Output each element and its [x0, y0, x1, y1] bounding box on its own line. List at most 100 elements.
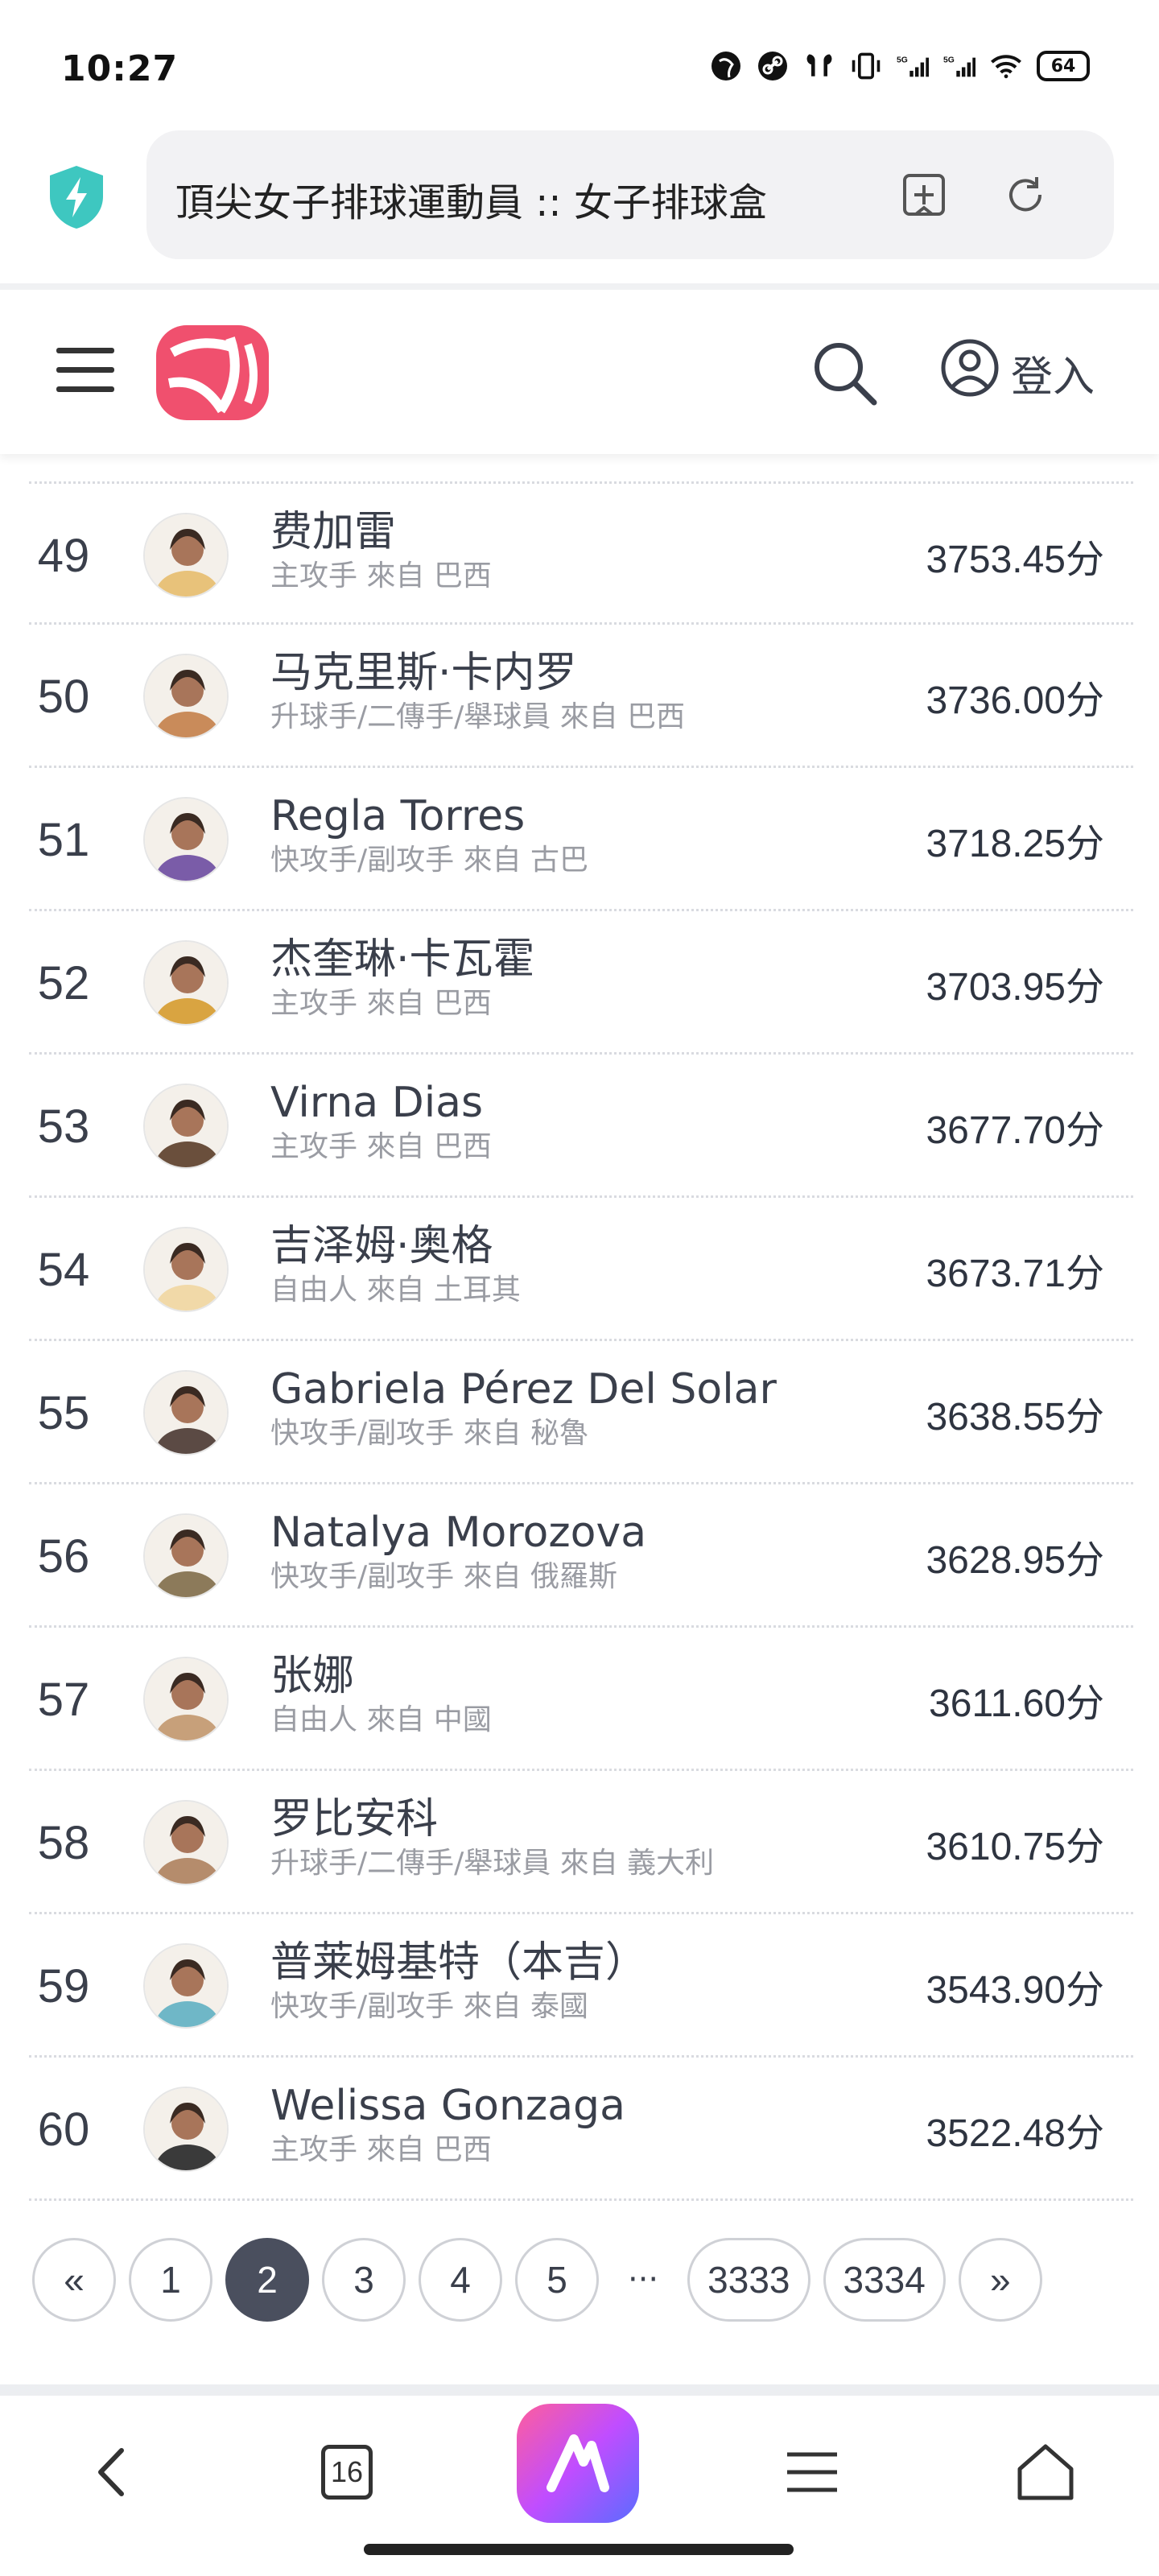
vibrate-icon [850, 50, 882, 82]
player-name[interactable]: Virna Dias [270, 1077, 492, 1129]
bookmark-add-icon[interactable] [895, 166, 953, 224]
player-score: 3736.00分 [926, 679, 1104, 722]
menu-icon[interactable] [768, 2428, 856, 2516]
status-bar: 10:27 5G 5G 64 [0, 0, 1159, 129]
status-icons: 5G 5G 64 [710, 50, 1090, 82]
player-row[interactable]: 59 普莱姆基特（本吉） 快攻手/副攻手 來自 泰國 3543.90分 [29, 1914, 1133, 2058]
svg-text:5G: 5G [897, 56, 908, 65]
player-name[interactable]: Gabriela Pérez Del Solar [270, 1364, 777, 1415]
player-row[interactable]: 49 费加雷 主攻手 來自 巴西 3753.45分 [29, 481, 1133, 625]
player-name[interactable]: Natalya Morozova [270, 1507, 646, 1558]
rank-number: 59 [37, 1959, 90, 2013]
player-info: 张娜 自由人 來自 中國 [270, 1650, 492, 1739]
wifi-icon [990, 50, 1022, 82]
player-row[interactable]: 58 罗比安科 升球手/二傳手/舉球員 來自 義大利 3610.75分 [29, 1771, 1133, 1914]
browser-bottom-nav: 16 [0, 2396, 1159, 2576]
vpn-globe-icon [710, 50, 742, 82]
address-bar[interactable]: 頂尖女子排球運動員 :: 女子排球盒 [146, 130, 1114, 259]
player-info: 罗比安科 升球手/二傳手/舉球員 來自 義大利 [270, 1794, 714, 1882]
earbuds-icon [803, 50, 835, 82]
user-icon [940, 338, 1000, 408]
player-avatar[interactable] [143, 1943, 229, 2029]
player-name[interactable]: 普莱姆基特（本吉） [270, 1937, 647, 1988]
player-info: Welissa Gonzaga 主攻手 來自 巴西 [270, 2080, 625, 2169]
player-avatar[interactable] [143, 654, 229, 739]
player-position-country: 主攻手 來自 巴西 [270, 987, 492, 1020]
player-avatar[interactable] [143, 513, 229, 598]
player-position-country: 主攻手 來自 巴西 [270, 2133, 492, 2166]
player-score: 3610.75分 [926, 1826, 1104, 1868]
rank-number: 60 [37, 2103, 90, 2156]
signal-5g-icon: 5G [897, 50, 929, 82]
pagination-page-1[interactable]: 1 [129, 2238, 212, 2322]
player-avatar[interactable] [143, 797, 229, 882]
tabs-icon[interactable]: 16 [303, 2428, 391, 2516]
player-avatar[interactable] [143, 2087, 229, 2172]
rank-number: 57 [37, 1673, 90, 1726]
pagination-page-2[interactable]: 2 [225, 2238, 309, 2322]
player-row[interactable]: 53 Virna Dias 主攻手 來自 巴西 3677.70分 [29, 1055, 1133, 1198]
pagination-page-3333[interactable]: 3333 [687, 2238, 810, 2322]
player-position-country: 主攻手 來自 巴西 [270, 559, 492, 592]
player-row[interactable]: 50 马克里斯·卡内罗 升球手/二傳手/舉球員 來自 巴西 3736.00分 [29, 625, 1133, 768]
ranking-list: 49 费加雷 主攻手 來自 巴西 3753.45分 50 马克里斯·卡内罗 升球手/二傳手/… [29, 481, 1133, 2201]
player-score: 3718.25分 [926, 823, 1104, 865]
player-info: 马克里斯·卡内罗 升球手/二傳手/舉球員 來自 巴西 [270, 647, 685, 736]
menu-icon[interactable] [56, 345, 116, 396]
player-name[interactable]: Welissa Gonzaga [270, 2080, 625, 2132]
player-position-country: 快攻手/副攻手 來自 秘魯 [270, 1417, 589, 1450]
player-avatar[interactable] [143, 1800, 229, 1885]
pagination-page-4[interactable]: 4 [419, 2238, 502, 2322]
shield-bolt-icon[interactable] [47, 164, 106, 230]
pagination-page-3334[interactable]: 3334 [823, 2238, 946, 2322]
player-name[interactable]: 费加雷 [270, 506, 492, 558]
search-icon[interactable] [810, 338, 879, 407]
player-position-country: 快攻手/副攻手 來自 泰國 [270, 1990, 589, 2023]
home-icon[interactable] [1001, 2428, 1090, 2516]
tabs-count: 16 [321, 2445, 373, 2500]
assistant-icon[interactable] [517, 2404, 639, 2523]
player-name[interactable]: 吉泽姆·奥格 [270, 1220, 521, 1272]
player-row[interactable]: 57 张娜 自由人 來自 中國 3611.60分 [29, 1628, 1133, 1771]
player-avatar[interactable] [143, 940, 229, 1026]
player-avatar[interactable] [143, 1227, 229, 1312]
svg-text:5G: 5G [943, 56, 955, 65]
player-name[interactable]: 张娜 [270, 1650, 492, 1702]
volleyball-logo[interactable] [153, 320, 274, 425]
player-name[interactable]: 罗比安科 [270, 1794, 714, 1845]
page-title-in-address-bar[interactable]: 頂尖女子排球運動員 :: 女子排球盒 [175, 171, 835, 227]
player-name[interactable]: 杰奎琳·卡瓦霍 [270, 934, 535, 985]
player-position-country: 自由人 來自 土耳其 [270, 1274, 521, 1307]
player-row[interactable]: 60 Welissa Gonzaga 主攻手 來自 巴西 3522.48分 [29, 2058, 1133, 2201]
player-avatar[interactable] [143, 1370, 229, 1455]
login-button[interactable]: 登入 [940, 338, 1095, 407]
pagination-page-5[interactable]: 5 [515, 2238, 599, 2322]
link-icon [757, 50, 789, 82]
pagination-ellipsis: ··· [628, 2261, 659, 2298]
player-row[interactable]: 56 Natalya Morozova 快攻手/副攻手 來自 俄羅斯 3628.95分 [29, 1484, 1133, 1628]
player-row[interactable]: 54 吉泽姆·奥格 自由人 來自 土耳其 3673.71分 [29, 1198, 1133, 1341]
player-name[interactable]: 马克里斯·卡内罗 [270, 647, 685, 699]
pagination-page-3[interactable]: 3 [322, 2238, 406, 2322]
player-name[interactable]: Regla Torres [270, 791, 588, 842]
home-indicator[interactable] [364, 2544, 794, 2555]
player-position-country: 主攻手 來自 巴西 [270, 1130, 492, 1163]
back-icon[interactable] [69, 2428, 158, 2516]
player-row[interactable]: 52 杰奎琳·卡瓦霍 主攻手 來自 巴西 3703.95分 [29, 911, 1133, 1055]
rank-number: 55 [37, 1386, 90, 1439]
player-row[interactable]: 51 Regla Torres 快攻手/副攻手 來自 古巴 3718.25分 [29, 768, 1133, 911]
pagination-last-button[interactable]: » [958, 2238, 1042, 2322]
rank-number: 54 [37, 1243, 90, 1296]
reload-icon[interactable] [996, 166, 1054, 224]
player-avatar[interactable] [143, 1657, 229, 1742]
player-row[interactable]: 55 Gabriela Pérez Del Solar 快攻手/副攻手 來自 秘魯 3… [29, 1341, 1133, 1484]
player-avatar[interactable] [143, 1084, 229, 1169]
pagination-first-button[interactable]: « [32, 2238, 116, 2322]
player-avatar[interactable] [143, 1513, 229, 1599]
player-score: 3673.71分 [926, 1253, 1104, 1295]
rank-number: 51 [37, 813, 90, 866]
player-info: Virna Dias 主攻手 來自 巴西 [270, 1077, 492, 1166]
player-score: 3522.48分 [926, 2112, 1104, 2155]
player-score: 3543.90分 [926, 1969, 1104, 2012]
player-info: 吉泽姆·奥格 自由人 來自 土耳其 [270, 1220, 521, 1309]
